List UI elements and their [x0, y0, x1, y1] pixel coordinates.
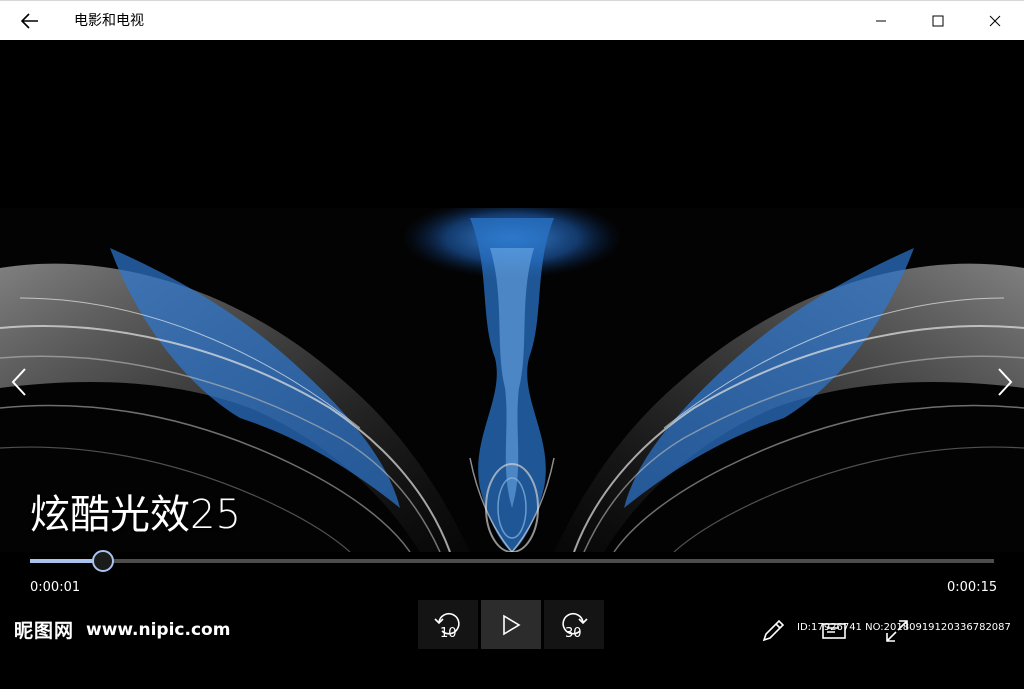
skip-forward-seconds: 30	[565, 626, 582, 641]
skip-back-button[interactable]: 10	[418, 600, 478, 649]
chevron-left-icon	[11, 368, 26, 396]
play-button[interactable]	[481, 600, 541, 649]
minimize-icon	[876, 20, 886, 22]
next-video-button[interactable]	[990, 360, 1020, 404]
transport-controls: 10 30	[418, 600, 604, 649]
watermark-url: www.nipic.com	[86, 619, 231, 640]
video-surface[interactable]: 炫酷光效25	[0, 40, 1024, 689]
maximize-button[interactable]	[909, 1, 967, 41]
pencil-icon	[762, 619, 785, 642]
close-icon	[989, 15, 1001, 27]
total-time: 0:00:15	[947, 580, 998, 595]
current-time: 0:00:01	[30, 580, 81, 595]
skip-back-seconds: 10	[440, 626, 457, 641]
seek-thumb[interactable]	[92, 550, 114, 572]
play-icon	[503, 614, 521, 635]
watermark-id: ID:17926741 NO:20180919120336782087	[797, 622, 1011, 633]
seek-bar[interactable]	[30, 550, 994, 572]
video-title: 炫酷光效25	[30, 492, 241, 538]
watermark-logo: 昵图网	[14, 620, 75, 642]
edit-button[interactable]	[756, 614, 790, 648]
close-button[interactable]	[966, 1, 1024, 41]
previous-video-button[interactable]	[4, 360, 34, 404]
back-arrow-icon	[21, 13, 38, 29]
app-title: 电影和电视	[74, 13, 144, 29]
movies-tv-window: 电影和电视 炫酷光效25 0:00:01 0:00:15 10 30 昵图网 w…	[0, 0, 1024, 689]
maximize-icon	[932, 15, 944, 27]
seek-track[interactable]	[30, 559, 994, 563]
chevron-right-icon	[998, 368, 1013, 396]
skip-forward-button[interactable]: 30	[544, 600, 604, 649]
minimize-button[interactable]	[852, 1, 910, 41]
watermark: 昵图网 www.nipic.com	[14, 616, 230, 643]
back-button[interactable]	[0, 1, 60, 41]
title-bar: 电影和电视	[0, 0, 1024, 40]
